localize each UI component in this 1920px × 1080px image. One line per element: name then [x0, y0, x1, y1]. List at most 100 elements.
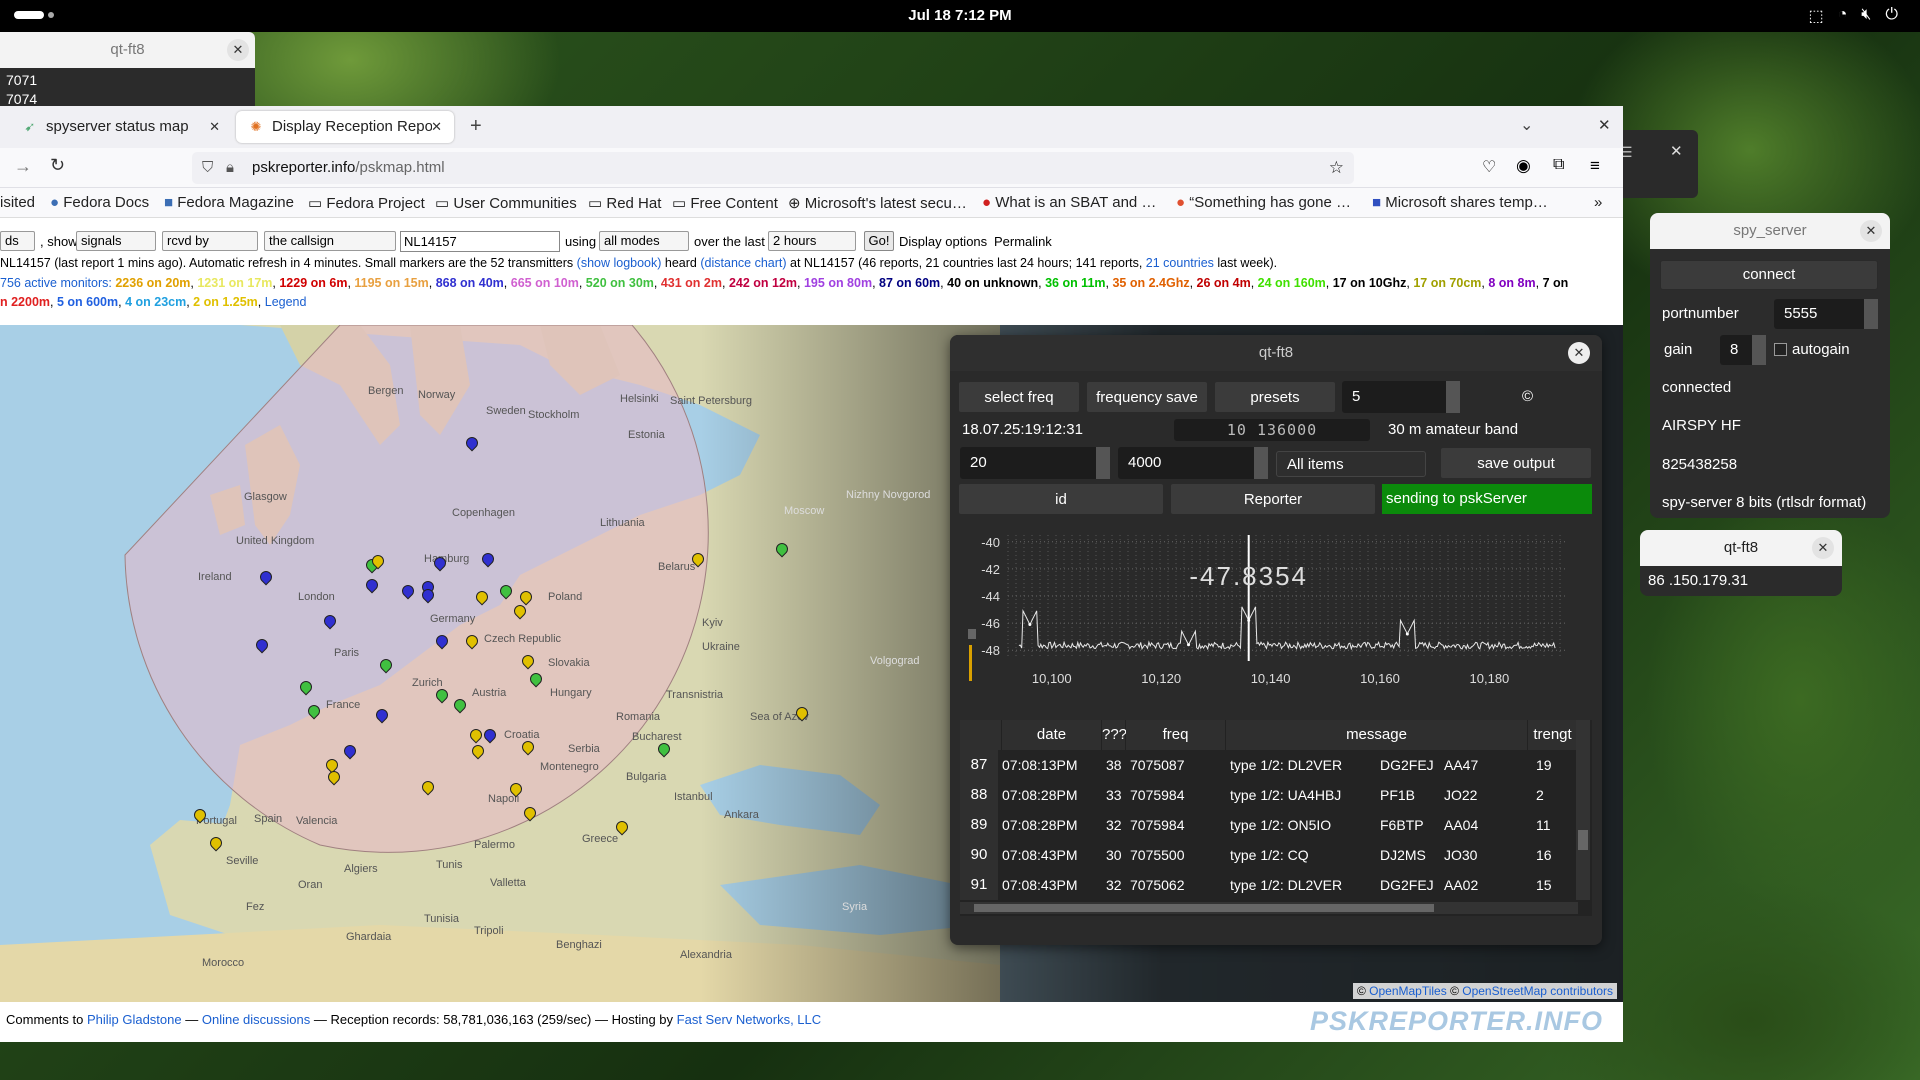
close-icon[interactable]: ✕	[1812, 537, 1834, 559]
chevron-down-icon[interactable]: ⌄	[1520, 115, 1533, 135]
spin-arrows[interactable]	[1254, 447, 1268, 479]
column-header[interactable]: date	[1002, 720, 1102, 750]
select-freq-button[interactable]: select freq	[958, 381, 1080, 413]
spin-arrows[interactable]	[1096, 447, 1110, 479]
table-row[interactable]: 91 07:08:43PM 32 7075062 type 1/2: DL2VER DG2…	[960, 870, 1578, 900]
frequency-save-button[interactable]: frequency save	[1086, 381, 1208, 413]
spin-arrows[interactable]	[1752, 335, 1766, 365]
show-logbook-link[interactable]: (show logbook)	[577, 256, 662, 270]
bookmark-item[interactable]: ▭ Free Content	[672, 194, 778, 212]
qt-ft8-ip-window[interactable]: qt-ft8 ✕ 86 .150.179.31	[1640, 530, 1842, 596]
column-header[interactable]: message	[1226, 720, 1528, 750]
value-20-spinbox[interactable]: 20	[960, 447, 1110, 479]
new-tab-icon[interactable]: +	[470, 115, 482, 138]
bookmark-item[interactable]: ⊕ Microsoft's latest secu…	[788, 194, 967, 212]
rcvd-select[interactable]: rcvd by	[162, 231, 258, 251]
close-icon[interactable]: ✕	[1598, 116, 1611, 134]
bookmark-item[interactable]: ■ Microsoft shares temp…	[1372, 194, 1548, 211]
horizontal-scrollbar[interactable]	[960, 902, 1578, 914]
column-header[interactable]: trengt	[1528, 720, 1578, 750]
column-header[interactable]: ???	[1102, 720, 1127, 750]
tab-spyserver[interactable]: ➹ spyserver status map ✕	[10, 111, 232, 143]
callsign-type-select[interactable]: the callsign	[264, 231, 396, 251]
author-link[interactable]: Philip Gladstone	[87, 1012, 182, 1027]
tab-reception-report[interactable]: ✺ Display Reception Report ✕	[236, 111, 454, 143]
table-row[interactable]: 90 07:08:43PM 30 7075500 type 1/2: CQ DJ2MS JO…	[960, 840, 1578, 870]
period-select[interactable]: 2 hours	[768, 231, 856, 251]
close-icon[interactable]: ✕	[1670, 142, 1683, 160]
reload-icon[interactable]: ↻	[50, 155, 65, 176]
bookmark-item[interactable]: ▭ User Communities	[435, 194, 577, 212]
close-icon[interactable]: ✕	[431, 111, 442, 143]
bookmark-item[interactable]: isited	[0, 194, 35, 211]
background-window[interactable]: ☰ ✕	[1610, 130, 1698, 198]
spy-server-window[interactable]: spy_server ✕ connect portnumber 5555 gai…	[1650, 213, 1890, 518]
column-header[interactable]: freq	[1126, 720, 1226, 750]
distance-chart-link[interactable]: (distance chart)	[700, 256, 786, 270]
permalink-link[interactable]: Permalink	[994, 234, 1052, 254]
decode-table[interactable]: date ??? freq message trengt 87 07:08:13P…	[960, 720, 1592, 916]
close-icon[interactable]: ✕	[1568, 342, 1590, 364]
table-row[interactable]: 88 07:08:28PM 33 7075984 type 1/2: UA4HBJ PF1…	[960, 780, 1578, 810]
chevron-right-icon[interactable]: »	[1594, 194, 1602, 211]
clock[interactable]: Jul 18 7:12 PM	[0, 7, 1920, 24]
bookmark-item[interactable]: ■ Fedora Magazine	[164, 194, 294, 211]
reporter-button[interactable]: Reporter	[1170, 483, 1376, 515]
spin-arrows[interactable]	[1446, 381, 1460, 413]
port-spinbox[interactable]: 5555	[1774, 299, 1870, 329]
spin-arrows[interactable]	[1864, 299, 1878, 329]
callsign-input[interactable]: NL14157	[400, 231, 560, 252]
modes-select[interactable]: all modes	[599, 231, 689, 251]
filter-combobox[interactable]: All items	[1276, 451, 1426, 477]
save-output-button[interactable]: save output	[1440, 447, 1592, 479]
folder-icon: ▭	[435, 195, 450, 212]
openmaptiles-link[interactable]: OpenMapTiles	[1369, 984, 1447, 998]
legend-link[interactable]: Legend	[265, 295, 307, 309]
go-button[interactable]: Go!	[864, 231, 894, 251]
extensions-icon[interactable]: ⧉	[1553, 156, 1564, 174]
qt-ft8-window[interactable]: qt-ft8 ✕ select freq frequency save pres…	[950, 335, 1602, 945]
status-text: heard	[664, 256, 697, 270]
account-icon[interactable]: ◉	[1516, 156, 1531, 176]
bookmark-item[interactable]: ● “Something has gone …	[1176, 194, 1351, 211]
hosting-link[interactable]: Fast Serv Networks, LLC	[677, 1012, 822, 1027]
connect-button[interactable]: connect	[1660, 260, 1878, 290]
online-discussions-link[interactable]: Online discussions	[202, 1012, 310, 1027]
openstreetmap-link[interactable]: OpenStreetMap contributors	[1462, 984, 1613, 998]
select-first[interactable]: ds	[0, 231, 35, 251]
band-count: 2236 on 20m	[115, 276, 191, 290]
autogain-checkbox[interactable]	[1774, 343, 1787, 356]
pocket-icon[interactable]: ♡	[1482, 157, 1496, 177]
value-4000-spinbox[interactable]: 4000	[1118, 447, 1268, 479]
preset-spinbox[interactable]: 5	[1342, 381, 1452, 413]
countries-link[interactable]: 21 countries	[1146, 256, 1214, 270]
frequency-lcd[interactable]: 10 136000	[1174, 419, 1370, 441]
bookmark-item[interactable]: ▭ Red Hat	[588, 194, 661, 212]
system-tray[interactable]: ⬚ ◔ 🔇︎ ⏻	[1808, 6, 1898, 26]
table-row[interactable]: 87 07:08:13PM 38 7075087 type 1/2: DL2VER DG2…	[960, 750, 1578, 780]
id-button[interactable]: id	[958, 483, 1164, 515]
table-row[interactable]: 89 07:08:28PM 32 7075984 type 1/2: ON5IO F6BT…	[960, 810, 1578, 840]
presets-button[interactable]: presets	[1214, 381, 1336, 413]
active-monitors-link[interactable]: 756 active monitors:	[0, 276, 112, 290]
menu-icon[interactable]: ≡	[1590, 156, 1600, 176]
map-label: Paris	[334, 647, 360, 659]
display-options-link[interactable]: Display options	[899, 234, 987, 254]
show-select[interactable]: signals	[76, 231, 156, 251]
bookmark-item[interactable]: ▭ Fedora Project	[308, 194, 425, 212]
url-bar[interactable]: ⛉ 🔒︎ pskreporter.info/pskmap.html ☆	[192, 152, 1354, 184]
map-label: London	[298, 591, 335, 603]
bookmark-label: Fedora Project	[326, 195, 425, 212]
qt-ft8-small-window[interactable]: qt-ft8 ✕ 7071 7074	[0, 32, 255, 106]
connection-status: connected	[1662, 379, 1732, 396]
bookmark-star-icon[interactable]: ☆	[1329, 152, 1344, 184]
vertical-scrollbar[interactable]	[1576, 720, 1590, 900]
table-cell: 07:08:28PM	[1002, 787, 1078, 803]
close-icon[interactable]: ✕	[227, 39, 249, 61]
bookmark-item[interactable]: ● Fedora Docs	[50, 194, 149, 211]
map-label: Alexandria	[680, 949, 732, 961]
forward-icon[interactable]: →	[14, 156, 32, 177]
close-icon[interactable]: ✕	[209, 111, 220, 143]
bookmark-item[interactable]: ● What is an SBAT and …	[982, 194, 1156, 211]
close-icon[interactable]: ✕	[1860, 220, 1882, 242]
